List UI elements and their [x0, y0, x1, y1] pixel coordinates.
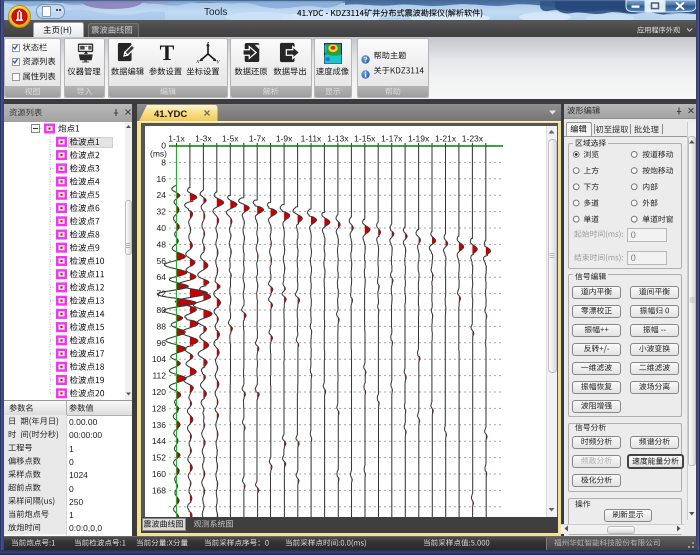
svg-text:1-13x: 1-13x [327, 134, 349, 144]
svg-text:160: 160 [152, 469, 166, 479]
svg-text:120: 120 [152, 387, 166, 397]
svg-text:64: 64 [157, 272, 167, 282]
svg-text:112: 112 [152, 371, 166, 381]
svg-text:1-7x: 1-7x [249, 134, 266, 144]
svg-text:104: 104 [152, 354, 166, 364]
svg-text:56: 56 [157, 256, 167, 266]
svg-text:1-19x: 1-19x [408, 134, 430, 144]
svg-text:72: 72 [157, 289, 167, 299]
svg-text:1-5x: 1-5x [222, 134, 239, 144]
svg-text:1-23x: 1-23x [462, 134, 484, 144]
svg-text:152: 152 [152, 453, 166, 463]
svg-text:16: 16 [157, 174, 167, 184]
svg-text:144: 144 [152, 436, 166, 446]
svg-text:168: 168 [152, 485, 166, 495]
svg-text:24: 24 [157, 190, 167, 200]
svg-text:136: 136 [152, 420, 166, 430]
svg-text:96: 96 [157, 338, 167, 348]
svg-text:1-9x: 1-9x [276, 134, 293, 144]
svg-text:80: 80 [157, 305, 167, 315]
svg-text:48: 48 [157, 239, 167, 249]
svg-text:32: 32 [157, 207, 167, 217]
svg-text:8: 8 [161, 157, 166, 167]
svg-text:1-3x: 1-3x [195, 134, 212, 144]
svg-text:1-15x: 1-15x [354, 134, 376, 144]
svg-text:1-17x: 1-17x [381, 134, 403, 144]
svg-text:88: 88 [157, 321, 167, 331]
svg-text:1-1x: 1-1x [168, 134, 185, 144]
svg-text:128: 128 [152, 403, 166, 413]
svg-text:1-21x: 1-21x [435, 134, 457, 144]
svg-text:1-11x: 1-11x [301, 134, 322, 144]
svg-text:40: 40 [157, 223, 167, 233]
